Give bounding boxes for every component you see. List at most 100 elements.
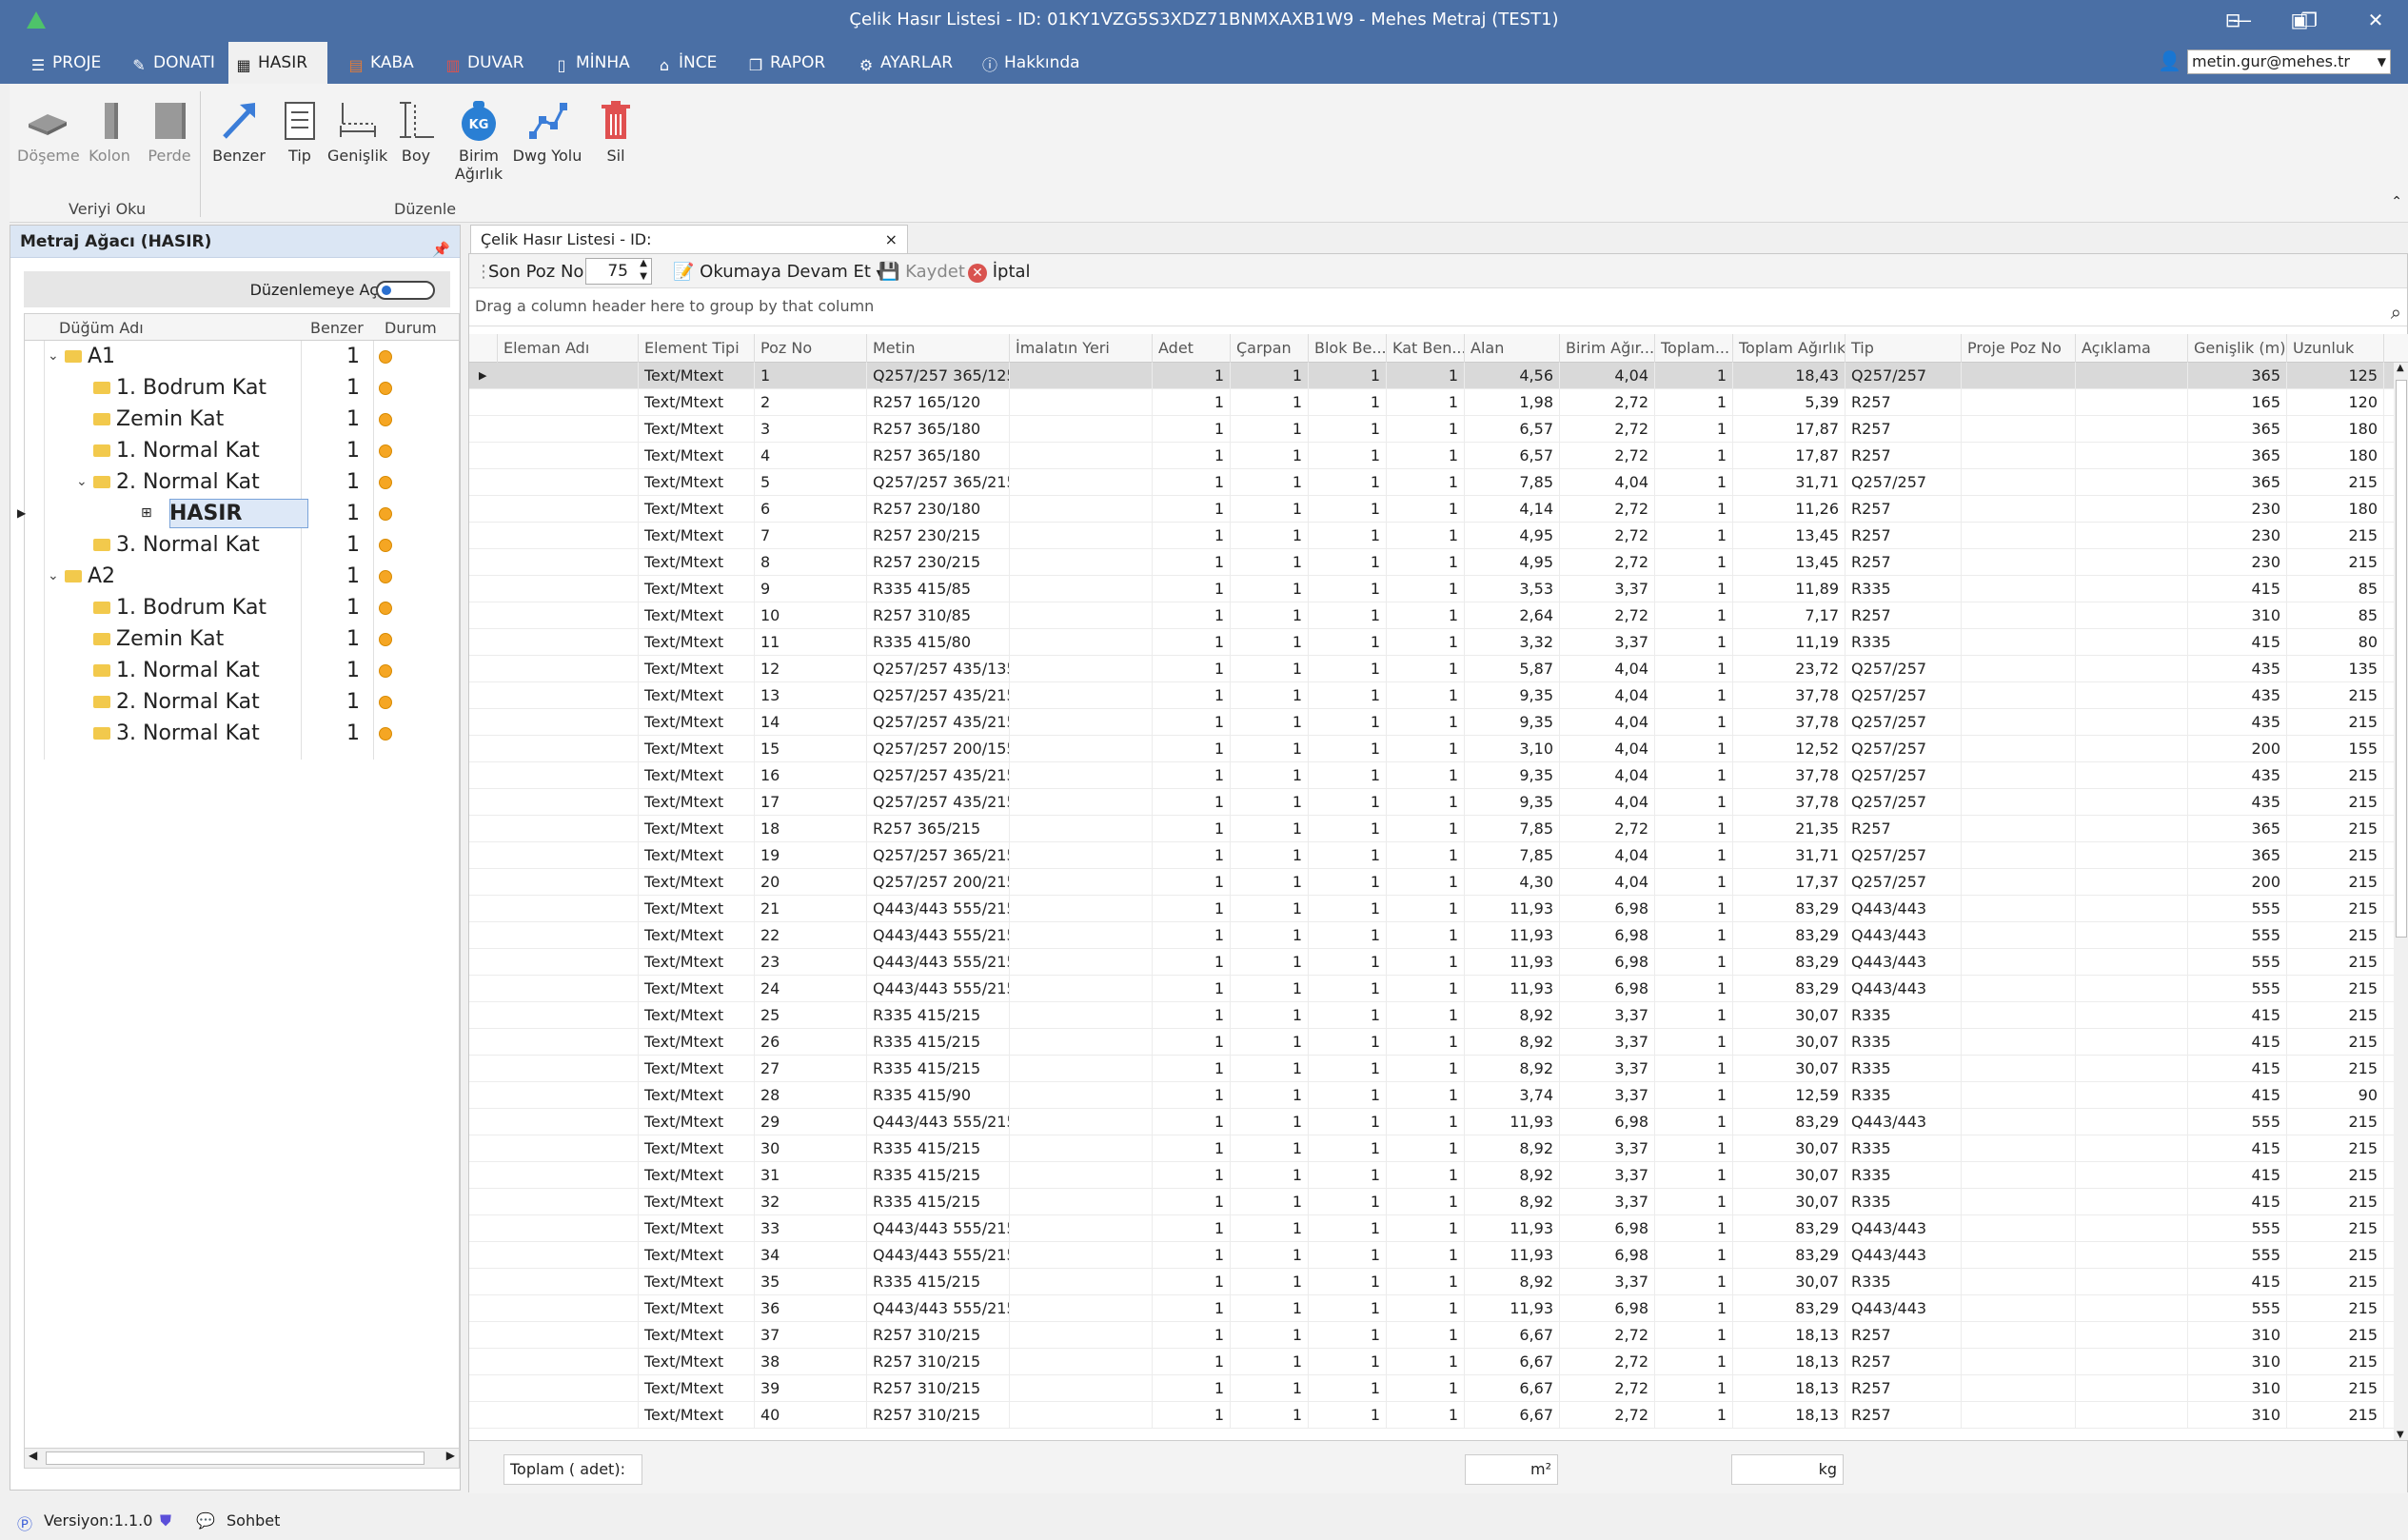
table-cell[interactable]: 24 [755,976,867,1002]
table-row[interactable]: Text/Mtext 25 R335 415/215 1 1 1 1 8,92 3,37 1 30,… [469,1002,2394,1029]
table-cell[interactable]: 1 [1309,1135,1387,1162]
table-cell[interactable] [1010,443,1153,469]
table-cell[interactable]: 415 [2188,1029,2287,1056]
table-row[interactable]: Text/Mtext 34 Q443/443 555/215 1 1 1 1 11,93 6,9… [469,1242,2394,1269]
table-cell[interactable]: 1 [1153,576,1231,602]
table-cell[interactable]: Text/Mtext [639,1322,755,1349]
table-cell[interactable] [1962,949,2076,976]
table-cell[interactable]: 1 [1231,549,1309,576]
table-cell[interactable]: 1 [1309,709,1387,736]
table-cell[interactable]: 40 [755,1402,867,1429]
table-cell[interactable]: 26 [755,1029,867,1056]
table-cell[interactable]: 1 [1655,1349,1733,1375]
table-cell[interactable] [1962,762,2076,789]
table-cell[interactable]: 1 [1231,922,1309,949]
table-cell[interactable]: Q257/257 [1845,842,1962,869]
table-cell[interactable]: Q443/443 [1845,949,1962,976]
grid-vertical-scrollbar[interactable]: ▲ ▼ [2394,363,2408,1440]
table-cell[interactable]: 1 [1153,549,1231,576]
table-cell[interactable]: 555 [2188,976,2287,1002]
search-icon[interactable]: ⌕ [2391,294,2401,330]
table-cell[interactable]: 1 [1309,1056,1387,1082]
table-cell[interactable]: 4,04 [1560,656,1655,682]
table-cell[interactable] [498,736,639,762]
table-cell[interactable]: 1 [1231,389,1309,416]
chat-icon[interactable]: 💬 [196,1511,215,1530]
table-cell[interactable]: 2 [755,389,867,416]
table-cell[interactable]: R335 [1845,1189,1962,1215]
save-button[interactable]: 💾 Kaydet [878,262,965,282]
table-cell[interactable] [2076,1242,2188,1269]
table-cell[interactable]: R335 415/215 [867,1029,1010,1056]
table-cell[interactable]: 1 [1387,1349,1465,1375]
table-cell[interactable]: 215 [2287,1269,2384,1295]
table-cell[interactable] [1010,1349,1153,1375]
table-cell[interactable]: 1 [1231,576,1309,602]
table-cell[interactable]: Q257/257 [1845,469,1962,496]
table-cell[interactable]: 1 [1655,523,1733,549]
table-cell[interactable]: Q257/257 435/215 [867,762,1010,789]
table-cell[interactable] [2076,896,2188,922]
table-cell[interactable]: R257 365/180 [867,443,1010,469]
table-cell[interactable]: 1 [1153,1295,1231,1322]
table-row[interactable]: Text/Mtext 11 R335 415/80 1 1 1 1 3,32 3,37 1 11,1… [469,629,2394,656]
table-cell[interactable]: R257 [1845,1322,1962,1349]
table-cell[interactable]: 1 [1309,1162,1387,1189]
table-cell[interactable]: 85 [2287,602,2384,629]
table-cell[interactable] [1962,1002,2076,1029]
table-cell[interactable]: 30,07 [1733,1269,1845,1295]
table-cell[interactable]: 3,37 [1560,1002,1655,1029]
table-cell[interactable]: 13,45 [1733,549,1845,576]
table-cell[interactable] [498,1189,639,1215]
table-cell[interactable]: 1 [1153,762,1231,789]
table-cell[interactable] [1962,1082,2076,1109]
table-cell[interactable] [2076,469,2188,496]
table-cell[interactable]: 2,72 [1560,549,1655,576]
table-cell[interactable] [2076,736,2188,762]
table-cell[interactable]: 155 [2287,736,2384,762]
table-cell[interactable] [1010,896,1153,922]
table-cell[interactable]: 415 [2188,629,2287,656]
table-cell[interactable]: 2,72 [1560,1349,1655,1375]
table-cell[interactable]: 1 [1153,1162,1231,1189]
table-cell[interactable]: 85 [2287,576,2384,602]
tip-button[interactable]: Tip [276,97,324,165]
table-cell[interactable]: 13,45 [1733,523,1845,549]
table-cell[interactable]: 1 [1655,1135,1733,1162]
table-cell[interactable]: 6,98 [1560,949,1655,976]
table-cell[interactable] [2076,1402,2188,1429]
table-cell[interactable] [498,656,639,682]
table-cell[interactable] [2076,1029,2188,1056]
table-cell[interactable]: 9,35 [1465,682,1560,709]
table-cell[interactable]: 1 [1655,496,1733,523]
table-cell[interactable]: 30 [755,1135,867,1162]
table-cell[interactable]: 6,98 [1560,1109,1655,1135]
table-cell[interactable]: 6 [755,496,867,523]
table-cell[interactable]: 555 [2188,1109,2287,1135]
grid-column-header[interactable]: Adet [1153,334,1231,363]
table-cell[interactable]: Text/Mtext [639,842,755,869]
table-cell[interactable]: 3,37 [1560,1029,1655,1056]
table-cell[interactable]: 1 [1231,1242,1309,1269]
table-cell[interactable]: 1 [1153,1135,1231,1162]
table-cell[interactable]: R257 310/215 [867,1402,1010,1429]
table-cell[interactable]: 16 [755,762,867,789]
table-cell[interactable] [498,496,639,523]
table-cell[interactable]: 1 [1387,443,1465,469]
table-cell[interactable] [1962,1189,2076,1215]
table-cell[interactable]: 1 [1309,1002,1387,1029]
table-cell[interactable] [498,789,639,816]
table-cell[interactable]: 1 [1153,682,1231,709]
table-cell[interactable]: 1 [1387,869,1465,896]
table-cell[interactable] [2076,976,2188,1002]
table-cell[interactable] [1962,1269,2076,1295]
table-cell[interactable]: 1 [1231,1082,1309,1109]
table-cell[interactable]: Q257/257 435/215 [867,709,1010,736]
tab-minha[interactable]: ▯ MİNHA [546,42,630,84]
table-cell[interactable]: Text/Mtext [639,1002,755,1029]
perde-button[interactable]: Perde [141,97,198,165]
table-cell[interactable] [1010,976,1153,1002]
table-cell[interactable]: 8,92 [1465,1056,1560,1082]
table-cell[interactable]: 4,04 [1560,789,1655,816]
table-cell[interactable] [498,976,639,1002]
